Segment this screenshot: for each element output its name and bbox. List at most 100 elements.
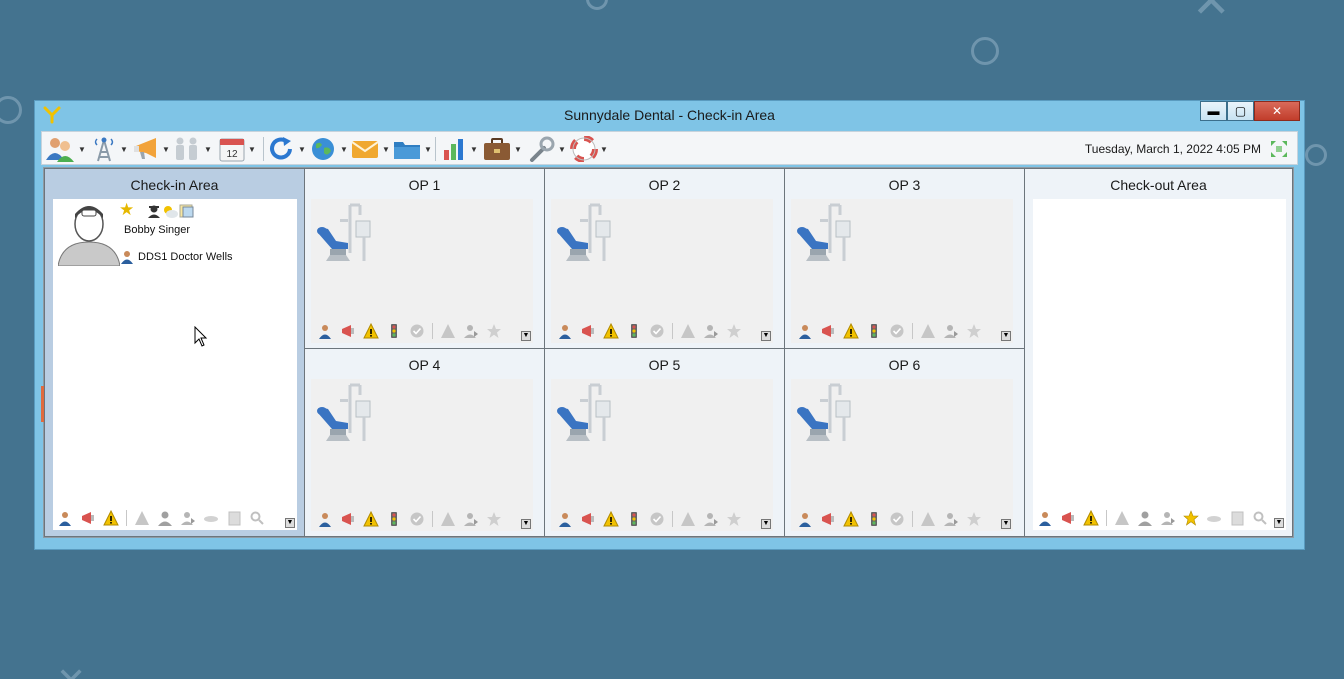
star-icon[interactable]: ★ bbox=[119, 202, 134, 219]
op-panel-content[interactable]: ▼ bbox=[551, 199, 773, 343]
alert-gray-icon[interactable] bbox=[440, 511, 456, 527]
status-dropdown-button[interactable]: ▼ bbox=[1001, 331, 1011, 341]
weather-icon[interactable] bbox=[162, 203, 179, 219]
warning-icon[interactable] bbox=[363, 323, 379, 339]
star-gray-icon[interactable] bbox=[726, 323, 742, 339]
checkout-area-content[interactable]: ▼ bbox=[1033, 199, 1286, 530]
megaphone-icon[interactable] bbox=[820, 323, 836, 339]
warning-icon[interactable] bbox=[843, 323, 859, 339]
megaphone-icon[interactable] bbox=[1060, 510, 1076, 526]
op-panel-content[interactable]: ▼ bbox=[791, 379, 1013, 531]
warning-icon[interactable] bbox=[603, 323, 619, 339]
transfer-gray-icon[interactable] bbox=[703, 511, 719, 527]
megaphone-icon[interactable] bbox=[340, 323, 356, 339]
person-icon[interactable] bbox=[57, 510, 73, 526]
person-icon[interactable] bbox=[557, 323, 573, 339]
traffic-light-icon[interactable] bbox=[626, 323, 642, 339]
op-panel-content[interactable]: ▼ bbox=[551, 379, 773, 531]
star-gray-icon[interactable] bbox=[966, 323, 982, 339]
close-button[interactable]: ✕ bbox=[1254, 101, 1300, 121]
document-gray-icon[interactable] bbox=[1229, 510, 1245, 526]
messaging-button[interactable]: ▼ bbox=[132, 135, 170, 163]
patient-name[interactable]: Bobby Singer bbox=[124, 224, 190, 236]
star-icon[interactable] bbox=[1183, 510, 1199, 526]
check-gray-icon[interactable] bbox=[889, 511, 905, 527]
op-panel-content[interactable]: ▼ bbox=[791, 199, 1013, 343]
pill-gray-icon[interactable] bbox=[203, 510, 219, 526]
check-gray-icon[interactable] bbox=[889, 323, 905, 339]
transfer-gray-icon[interactable] bbox=[463, 511, 479, 527]
user-gray-icon[interactable] bbox=[1137, 510, 1153, 526]
alert-gray-icon[interactable] bbox=[680, 323, 696, 339]
warning-icon[interactable] bbox=[103, 510, 119, 526]
megaphone-icon[interactable] bbox=[80, 510, 96, 526]
tools-button[interactable]: ▼ bbox=[528, 135, 566, 163]
star-gray-icon[interactable] bbox=[486, 323, 502, 339]
megaphone-icon[interactable] bbox=[340, 511, 356, 527]
family-button[interactable]: ▼ bbox=[172, 135, 212, 163]
user-gray-icon[interactable] bbox=[157, 510, 173, 526]
minimize-button[interactable]: ▬ bbox=[1200, 101, 1227, 121]
alert-gray-icon[interactable] bbox=[680, 511, 696, 527]
refresh-button[interactable]: ▼ bbox=[268, 135, 306, 163]
op-panel-content[interactable]: ▼ bbox=[311, 379, 533, 531]
star-gray-icon[interactable] bbox=[966, 511, 982, 527]
web-button[interactable]: ▼ bbox=[310, 135, 348, 163]
status-dropdown-button[interactable]: ▼ bbox=[521, 519, 531, 529]
status-dropdown-button[interactable]: ▼ bbox=[1001, 519, 1011, 529]
reports-button[interactable]: ▼ bbox=[440, 135, 478, 163]
transfer-gray-icon[interactable] bbox=[943, 511, 959, 527]
search-gray-icon[interactable] bbox=[1252, 510, 1268, 526]
status-dropdown-button[interactable]: ▼ bbox=[761, 519, 771, 529]
megaphone-icon[interactable] bbox=[580, 323, 596, 339]
maximize-button[interactable]: ▢ bbox=[1227, 101, 1254, 121]
incognito-icon[interactable] bbox=[146, 203, 162, 219]
patient-provider-row[interactable]: DDS1 Doctor Wells bbox=[121, 250, 233, 264]
transfer-gray-icon[interactable] bbox=[1160, 510, 1176, 526]
help-button[interactable]: ▼ bbox=[570, 135, 608, 163]
alert-gray-icon[interactable] bbox=[1114, 510, 1130, 526]
status-dropdown-button[interactable]: ▼ bbox=[521, 331, 531, 341]
warning-icon[interactable] bbox=[843, 511, 859, 527]
alert-gray-icon[interactable] bbox=[920, 511, 936, 527]
alert-gray-icon[interactable] bbox=[134, 510, 150, 526]
status-dropdown-button[interactable]: ▼ bbox=[761, 331, 771, 341]
person-icon[interactable] bbox=[317, 323, 333, 339]
check-gray-icon[interactable] bbox=[409, 511, 425, 527]
notes-icon[interactable] bbox=[178, 203, 194, 219]
title-bar[interactable]: Sunnydale Dental - Check-in Area ▬ ▢ ✕ bbox=[35, 101, 1304, 129]
warning-icon[interactable] bbox=[603, 511, 619, 527]
op-panel-content[interactable]: ▼ bbox=[311, 199, 533, 343]
traffic-light-icon[interactable] bbox=[386, 323, 402, 339]
person-icon[interactable] bbox=[557, 511, 573, 527]
traffic-light-icon[interactable] bbox=[386, 511, 402, 527]
search-gray-icon[interactable] bbox=[249, 510, 265, 526]
transfer-gray-icon[interactable] bbox=[703, 323, 719, 339]
patients-button[interactable]: ▼ bbox=[44, 135, 86, 163]
pill-gray-icon[interactable] bbox=[1206, 510, 1222, 526]
star-gray-icon[interactable] bbox=[486, 511, 502, 527]
business-button[interactable]: ▼ bbox=[482, 135, 522, 163]
person-icon[interactable] bbox=[317, 511, 333, 527]
person-icon[interactable] bbox=[797, 511, 813, 527]
schedule-button[interactable]: 12 ▼ bbox=[218, 135, 256, 163]
megaphone-icon[interactable] bbox=[820, 511, 836, 527]
person-icon[interactable] bbox=[1037, 510, 1053, 526]
person-icon[interactable] bbox=[797, 323, 813, 339]
checkin-area-content[interactable]: ★ Bobby Singer DDS1 Doctor Wells ▼ bbox=[53, 199, 297, 530]
radio-tower-button[interactable]: ▼ bbox=[90, 135, 128, 163]
alert-gray-icon[interactable] bbox=[440, 323, 456, 339]
warning-icon[interactable] bbox=[363, 511, 379, 527]
star-gray-icon[interactable] bbox=[726, 511, 742, 527]
check-gray-icon[interactable] bbox=[649, 323, 665, 339]
megaphone-icon[interactable] bbox=[580, 511, 596, 527]
check-gray-icon[interactable] bbox=[649, 511, 665, 527]
transfer-gray-icon[interactable] bbox=[943, 323, 959, 339]
documents-button[interactable]: ▼ bbox=[392, 135, 432, 163]
email-button[interactable]: ▼ bbox=[350, 135, 390, 163]
alert-gray-icon[interactable] bbox=[920, 323, 936, 339]
traffic-light-icon[interactable] bbox=[626, 511, 642, 527]
traffic-light-icon[interactable] bbox=[866, 511, 882, 527]
status-dropdown-button[interactable]: ▼ bbox=[285, 518, 295, 528]
traffic-light-icon[interactable] bbox=[866, 323, 882, 339]
